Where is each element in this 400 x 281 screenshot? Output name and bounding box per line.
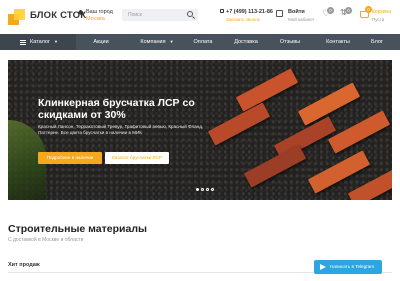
- nav-reviews[interactable]: Отзывы: [272, 34, 308, 50]
- nav-delivery-label: Доставка: [234, 39, 258, 45]
- banner-title: Клинкерная брусчатка ЛСР со скидками от …: [38, 97, 195, 121]
- menu-icon: [20, 40, 26, 45]
- phone-block[interactable]: +7 (499) 113-21-86 Заказать звонок: [220, 9, 273, 23]
- chevron-down-icon: ▼: [169, 39, 174, 44]
- banner-details-button[interactable]: Подробнее в наличии: [38, 152, 102, 164]
- banner-catalog-button[interactable]: Каталог брусчатки ЛСР: [105, 152, 169, 164]
- banner-description: Красный Лансон, Терракотовый Тревур, Гра…: [38, 124, 204, 135]
- nav-delivery[interactable]: Доставка: [226, 34, 266, 50]
- section-subtitle: С доставкой в Москве и области: [8, 237, 84, 243]
- slider-dot[interactable]: [206, 188, 209, 191]
- promo-banner[interactable]: Клинкерная брусчатка ЛСР со скидками от …: [8, 60, 392, 200]
- search-icon[interactable]: [187, 11, 193, 17]
- slider-dots: [196, 188, 216, 192]
- section-title: Строительные материалы: [8, 223, 147, 235]
- chevron-down-icon: ▼: [54, 39, 58, 44]
- nav-promo-label: Акции: [93, 39, 109, 45]
- city-label: Ваш город: [86, 9, 113, 15]
- slider-dot[interactable]: [211, 188, 214, 191]
- logo-icon[interactable]: [8, 9, 26, 25]
- favorites-badge: 0: [327, 7, 334, 14]
- phone-number[interactable]: +7 (499) 113-21-86: [226, 9, 273, 15]
- nav-catalog-label: Каталог: [30, 39, 50, 45]
- nav-promo[interactable]: Акции: [76, 34, 126, 50]
- nav-company[interactable]: Компания ▼: [126, 34, 188, 50]
- nav-contacts[interactable]: Контакты: [318, 34, 358, 50]
- telegram-icon: [320, 264, 326, 270]
- cart-sub: Пуста: [372, 17, 385, 22]
- callback-link[interactable]: Заказать звонок: [226, 16, 273, 23]
- city-selector[interactable]: Ваш город Москва: [77, 9, 113, 23]
- nav-blog-label: Блог: [371, 39, 383, 45]
- city-value[interactable]: Москва: [86, 16, 113, 23]
- nav-blog[interactable]: Блог: [362, 34, 392, 50]
- user-icon: [276, 10, 283, 17]
- nav-company-label: Компания: [140, 39, 166, 45]
- hits-tab[interactable]: Хит продаж: [8, 262, 40, 268]
- slider-dot[interactable]: [201, 188, 204, 191]
- cart-badge: 0: [365, 6, 372, 13]
- nav-payment-label: Оплата: [193, 39, 213, 45]
- favorites-icon[interactable]: 0: [322, 7, 334, 19]
- telegram-button-label: Написать в Telegram: [330, 264, 375, 269]
- nav-payment[interactable]: Оплата: [188, 34, 218, 50]
- compare-badge: 0: [345, 7, 352, 14]
- slider-dot[interactable]: [196, 188, 199, 191]
- nav-reviews-label: Отзывы: [279, 39, 301, 45]
- search-placeholder: Поиск: [128, 12, 142, 18]
- cart-icon[interactable]: 0: [360, 6, 372, 18]
- cart-label: Корзина: [372, 9, 392, 15]
- login-sub: Мой кабинет: [288, 17, 315, 22]
- nav-contacts-label: Контакты: [326, 39, 350, 45]
- search-input[interactable]: Поиск: [122, 9, 198, 21]
- login-title: Войти: [288, 9, 305, 15]
- compare-icon[interactable]: 0: [340, 7, 352, 18]
- phone-icon: [220, 9, 224, 13]
- site-header: БЛОК СТОК Ваш город Москва Поиск +7 (499…: [0, 0, 400, 32]
- cart-button[interactable]: Корзина Пуста: [372, 9, 391, 23]
- telegram-button[interactable]: Написать в Telegram: [314, 260, 382, 274]
- login-button[interactable]: Войти Мой кабинет: [276, 9, 315, 23]
- main-nav: Каталог ▼ Акции Компания ▼ Оплата Доставка…: [0, 34, 400, 50]
- nav-catalog[interactable]: Каталог ▼: [0, 34, 76, 50]
